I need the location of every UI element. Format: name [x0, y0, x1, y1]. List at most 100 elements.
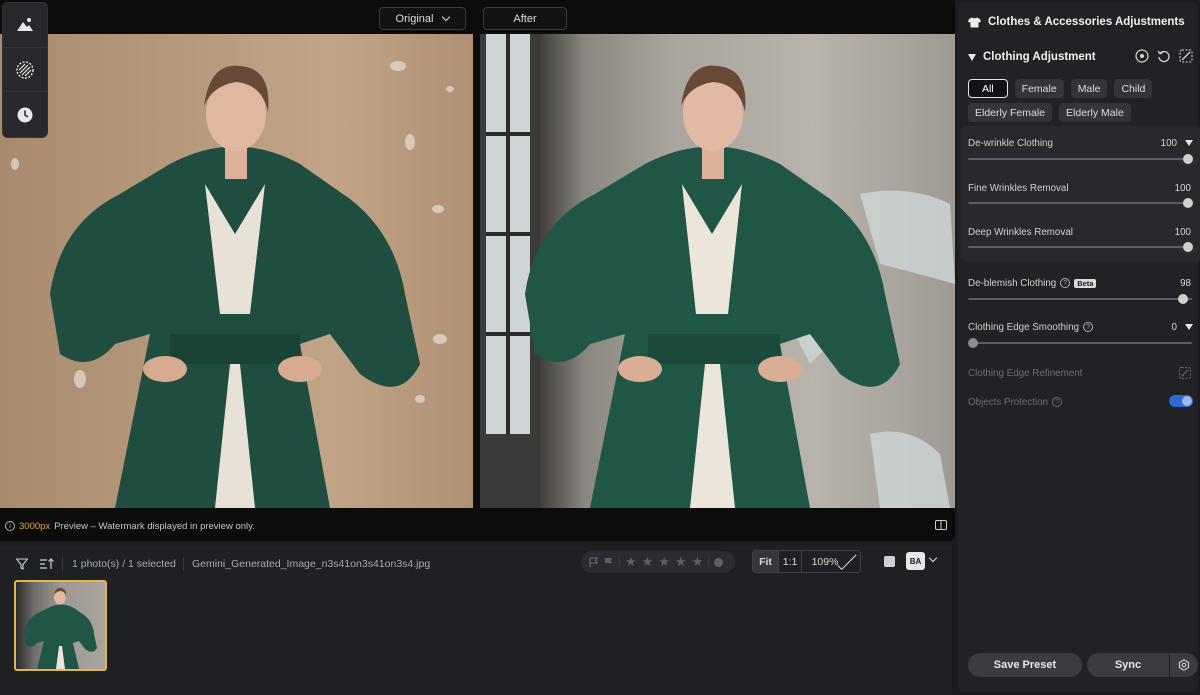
fine-wrinkles-slider[interactable]	[968, 198, 1193, 208]
filename: Gemini_Generated_Image_n3s41on3s41on3s4.…	[192, 558, 431, 570]
landscape-icon	[17, 17, 33, 31]
image-viewer: Original After i 3000px Preview – Waterm…	[0, 0, 955, 541]
history-tool[interactable]	[3, 92, 47, 137]
panel-title: Clothes & Accessories Adjustments	[988, 16, 1185, 28]
texture-tool[interactable]	[3, 48, 47, 93]
dewrinkle-slider[interactable]	[968, 154, 1193, 164]
expand-caret-icon[interactable]	[1185, 140, 1193, 146]
dewrinkle-row: De-wrinkle Clothing 100	[968, 138, 1193, 149]
deep-wrinkles-value[interactable]: 100	[1175, 227, 1191, 238]
slider-knob[interactable]	[1183, 154, 1193, 164]
photo-thumbnail[interactable]	[14, 580, 107, 671]
separator	[708, 557, 710, 567]
dewrinkle-value[interactable]: 100	[1161, 138, 1177, 149]
panel-header: Clothes & Accessories Adjustments	[968, 16, 1185, 28]
fine-wrinkles-label: Fine Wrinkles Removal	[968, 183, 1069, 194]
preview-note: Preview – Watermark displayed in preview…	[54, 520, 255, 532]
brush-icon[interactable]	[1179, 367, 1191, 379]
panel-body: Clothes & Accessories Adjustments Clothi…	[958, 2, 1200, 692]
slider-knob[interactable]	[1183, 198, 1193, 208]
slider-knob[interactable]	[1178, 294, 1188, 304]
slider-knob[interactable]	[968, 338, 978, 348]
rating-bar: ★ ★ ★ ★ ★	[581, 551, 735, 573]
texture-icon	[16, 60, 34, 79]
section-actions	[1135, 49, 1193, 63]
edge-smoothing-slider[interactable]	[968, 338, 1192, 348]
visibility-icon[interactable]	[1135, 49, 1149, 63]
deblemish-row: De-blemish Clothing? Beta 98	[968, 278, 1193, 289]
chip-elderly-female[interactable]: Elderly Female	[968, 103, 1053, 122]
gender-filter-chips: All Female Male Child Elderly Female Eld…	[968, 79, 1193, 122]
dewrinkle-label: De-wrinkle Clothing	[968, 138, 1053, 149]
eraser-brush-icon[interactable]	[1179, 49, 1193, 63]
color-label-icon[interactable]	[714, 557, 724, 567]
reset-icon[interactable]	[1157, 49, 1171, 63]
chevron-down-icon	[837, 551, 857, 570]
split-view-icon[interactable]	[935, 519, 947, 531]
fine-wrinkles-value[interactable]: 100	[1175, 183, 1191, 194]
filter-icon[interactable]	[16, 558, 28, 570]
adjustments-panel: Clothes & Accessories Adjustments Clothi…	[955, 0, 1200, 695]
star-icon[interactable]: ★	[625, 554, 637, 570]
viewer-top-bar: Original After	[0, 0, 955, 34]
before-after-button[interactable]: BA	[906, 552, 925, 570]
deep-wrinkles-label: Deep Wrinkles Removal	[968, 227, 1073, 238]
star-icon[interactable]: ★	[658, 554, 670, 570]
deep-wrinkles-slider[interactable]	[968, 242, 1193, 252]
preview-info-bar: i 3000px Preview – Watermark displayed i…	[0, 514, 955, 538]
split-divider[interactable]	[473, 34, 480, 508]
clothing-adjustment-header[interactable]: Clothing Adjustment	[968, 49, 1193, 63]
zoom-fit-button[interactable]: Fit	[753, 551, 778, 572]
preview-size: 3000px	[19, 520, 51, 532]
chip-all[interactable]: All	[968, 79, 1008, 98]
help-icon[interactable]: ?	[1052, 397, 1063, 408]
separator	[619, 557, 620, 567]
edge-smoothing-value[interactable]: 0	[1172, 322, 1177, 333]
reject-flag-icon[interactable]	[604, 557, 614, 567]
original-photo	[0, 34, 473, 508]
objects-protection-toggle[interactable]	[1169, 395, 1193, 407]
chip-female[interactable]: Female	[1014, 79, 1064, 98]
after-view-button[interactable]: After	[483, 7, 567, 30]
chip-elderly-male[interactable]: Elderly Male	[1059, 103, 1131, 122]
edge-smoothing-label: Clothing Edge Smoothing	[968, 322, 1080, 333]
edge-refinement-row: Clothing Edge Refinement	[968, 367, 1193, 379]
objects-protection-row: Objects Protection?	[968, 395, 1193, 408]
fine-wrinkles-row: Fine Wrinkles Removal 100	[968, 183, 1193, 194]
star-icon[interactable]: ★	[692, 554, 704, 570]
chip-child[interactable]: Child	[1114, 79, 1153, 98]
app-window: Original After i 3000px Preview – Waterm…	[0, 0, 1200, 695]
separator	[62, 557, 63, 571]
separator	[183, 557, 184, 571]
expand-caret-icon[interactable]	[1185, 324, 1193, 330]
deblemish-slider[interactable]	[968, 294, 1192, 304]
zoom-level: 109%	[811, 555, 839, 568]
deblemish-value[interactable]: 98	[1180, 278, 1191, 289]
star-icon[interactable]: ★	[642, 554, 654, 570]
toggle-knob	[1182, 396, 1192, 406]
help-icon[interactable]: ?	[1060, 278, 1071, 289]
single-view-icon[interactable]	[884, 556, 895, 567]
sort-icon[interactable]	[40, 558, 54, 570]
sync-settings-button[interactable]	[1170, 653, 1198, 677]
original-view-dropdown[interactable]: Original	[379, 7, 466, 30]
zoom-control: Fit 1:1 109%	[752, 550, 861, 573]
chip-male[interactable]: Male	[1070, 79, 1108, 98]
save-preset-button[interactable]: Save Preset	[968, 653, 1082, 677]
flag-icon[interactable]	[589, 557, 599, 567]
slider-knob[interactable]	[1183, 242, 1193, 252]
after-photo	[480, 34, 955, 508]
info-icon: i	[5, 521, 15, 531]
section-title: Clothing Adjustment	[983, 51, 1096, 63]
landscape-tool[interactable]	[3, 3, 47, 48]
sync-button[interactable]: Sync	[1087, 653, 1169, 677]
edge-refinement-label: Clothing Edge Refinement	[968, 368, 1083, 379]
edge-smoothing-row: Clothing Edge Smoothing? 0	[968, 322, 1193, 333]
panel-footer: Save Preset Sync	[968, 653, 1198, 677]
help-icon[interactable]: ?	[1083, 322, 1094, 333]
zoom-one-to-one-button[interactable]: 1:1	[778, 551, 802, 572]
star-icon[interactable]: ★	[675, 554, 687, 570]
tshirt-icon	[968, 17, 981, 27]
zoom-level-dropdown[interactable]: 109%	[802, 551, 860, 572]
collapse-triangle-icon	[968, 53, 976, 61]
